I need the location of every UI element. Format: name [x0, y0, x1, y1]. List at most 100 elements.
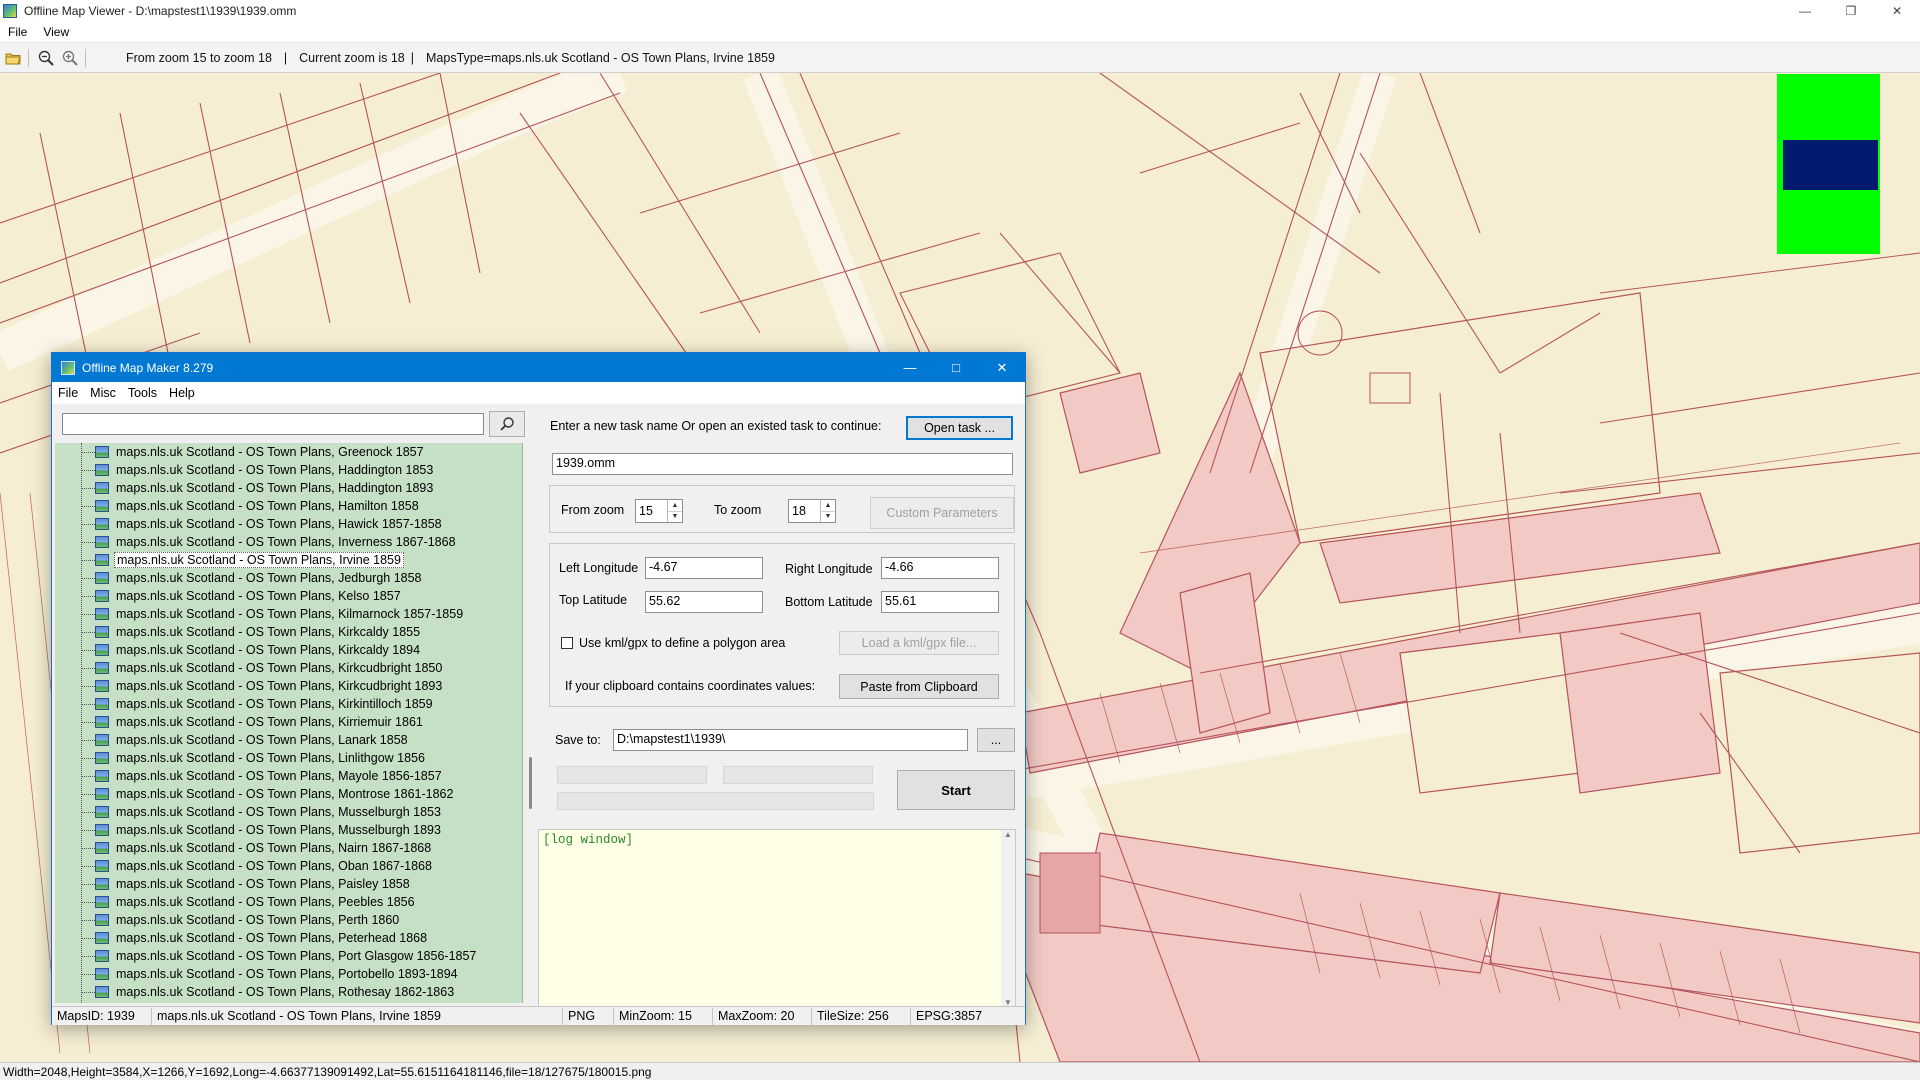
list-item[interactable]: maps.nls.uk Scotland - OS Town Plans, Mu…: [55, 803, 443, 821]
start-button[interactable]: Start: [897, 770, 1015, 810]
minimize-button[interactable]: —: [1782, 0, 1828, 22]
log-scrollbar[interactable]: ▲ ▼: [1001, 830, 1015, 1007]
zoom-out-icon[interactable]: [35, 47, 57, 69]
kml-checkbox[interactable]: [561, 637, 573, 649]
minimap-viewport[interactable]: [1783, 140, 1878, 190]
list-item[interactable]: maps.nls.uk Scotland - OS Town Plans, In…: [55, 533, 458, 551]
paste-from-clipboard-button[interactable]: Paste from Clipboard: [839, 674, 999, 699]
maximize-button[interactable]: □: [933, 353, 979, 382]
restore-button[interactable]: ❐: [1828, 0, 1874, 22]
list-item[interactable]: maps.nls.uk Scotland - OS Town Plans, Pe…: [55, 929, 429, 947]
tree-connector: [82, 613, 95, 615]
list-item-label: maps.nls.uk Scotland - OS Town Plans, Pe…: [116, 913, 400, 927]
menu-tools[interactable]: Tools: [122, 386, 163, 400]
left-longitude-label: Left Longitude: [559, 561, 639, 575]
bottom-latitude-field[interactable]: 55.61: [881, 591, 999, 613]
list-item[interactable]: maps.nls.uk Scotland - OS Town Plans, Ki…: [55, 641, 422, 659]
list-item[interactable]: maps.nls.uk Scotland - OS Town Plans, Ha…: [55, 461, 435, 479]
list-item[interactable]: maps.nls.uk Scotland - OS Town Plans, Ma…: [55, 767, 444, 785]
list-item[interactable]: maps.nls.uk Scotland - OS Town Plans, Gr…: [55, 443, 426, 461]
spin-down-icon[interactable]: ▼: [668, 512, 682, 523]
maps-type-text: MapsType=maps.nls.uk Scotland - OS Town …: [426, 50, 775, 65]
list-item[interactable]: maps.nls.uk Scotland - OS Town Plans, Po…: [55, 947, 478, 965]
from-zoom-label: From zoom: [561, 503, 625, 517]
load-kml-button[interactable]: Load a kml/gpx file...: [839, 631, 999, 655]
open-folder-icon[interactable]: [2, 47, 24, 69]
scroll-up-icon[interactable]: ▲: [1004, 830, 1012, 839]
kml-checkbox-label: Use kml/gpx to define a polygon area: [579, 636, 786, 650]
tree-connector: [82, 721, 95, 723]
top-latitude-field[interactable]: 55.62: [645, 591, 763, 613]
map-icon: [95, 878, 109, 890]
list-item[interactable]: maps.nls.uk Scotland - OS Town Plans, Pa…: [55, 875, 412, 893]
list-item[interactable]: maps.nls.uk Scotland - OS Town Plans, Ob…: [55, 857, 434, 875]
right-longitude-field[interactable]: -4.66: [881, 557, 999, 579]
zoom-in-icon[interactable]: [59, 47, 81, 69]
list-item[interactable]: maps.nls.uk Scotland - OS Town Plans, Ha…: [55, 497, 421, 515]
menu-misc[interactable]: Misc: [84, 386, 122, 400]
list-item-label: maps.nls.uk Scotland - OS Town Plans, Ki…: [116, 679, 443, 693]
list-item[interactable]: maps.nls.uk Scotland - OS Town Plans, Pe…: [55, 893, 417, 911]
from-zoom-spinner[interactable]: 15 ▲ ▼: [635, 499, 683, 523]
minimap[interactable]: [1777, 74, 1880, 254]
list-item[interactable]: maps.nls.uk Scotland - OS Town Plans, Ha…: [55, 479, 435, 497]
list-item[interactable]: maps.nls.uk Scotland - OS Town Plans, Mo…: [55, 785, 455, 803]
spin-up-icon[interactable]: ▲: [668, 500, 682, 512]
left-longitude-field[interactable]: -4.67: [645, 557, 763, 579]
list-item[interactable]: maps.nls.uk Scotland - OS Town Plans, Ir…: [55, 551, 404, 569]
custom-parameters-button[interactable]: Custom Parameters: [870, 497, 1014, 529]
list-item[interactable]: maps.nls.uk Scotland - OS Town Plans, Ki…: [55, 677, 444, 695]
list-item[interactable]: maps.nls.uk Scotland - OS Town Plans, Li…: [55, 749, 427, 767]
map-list-tree[interactable]: maps.nls.uk Scotland - OS Town Plans, Gr…: [55, 443, 523, 1003]
list-item[interactable]: maps.nls.uk Scotland - OS Town Plans, Ki…: [55, 605, 465, 623]
map-icon: [95, 734, 109, 746]
spin-down-icon[interactable]: ▼: [821, 512, 835, 523]
close-button[interactable]: ✕: [979, 353, 1025, 382]
scrollbar-thumb[interactable]: [529, 757, 532, 809]
task-name-field[interactable]: 1939.omm: [552, 453, 1013, 475]
list-item[interactable]: maps.nls.uk Scotland - OS Town Plans, La…: [55, 731, 410, 749]
list-item[interactable]: maps.nls.uk Scotland - OS Town Plans, Ki…: [55, 659, 444, 677]
map-icon: [95, 986, 109, 998]
list-item[interactable]: maps.nls.uk Scotland - OS Town Plans, Ke…: [55, 587, 403, 605]
list-item-label: maps.nls.uk Scotland - OS Town Plans, Ob…: [116, 859, 432, 873]
menu-help[interactable]: Help: [163, 386, 201, 400]
search-button[interactable]: [489, 411, 525, 437]
close-button[interactable]: ✕: [1874, 0, 1920, 22]
from-zoom-value: 15: [639, 504, 653, 518]
save-to-field[interactable]: D:\mapstest1\1939\: [613, 729, 968, 751]
tree-connector: [82, 883, 95, 885]
viewer-title: Offline Map Viewer - D:\mapstest1\1939\1…: [24, 4, 297, 18]
list-item[interactable]: maps.nls.uk Scotland - OS Town Plans, Na…: [55, 839, 433, 857]
menu-file[interactable]: File: [52, 386, 84, 400]
list-item[interactable]: maps.nls.uk Scotland - OS Town Plans, Po…: [55, 965, 460, 983]
tree-connector: [82, 487, 95, 489]
open-task-button[interactable]: Open task ...: [906, 416, 1013, 440]
minimize-button[interactable]: —: [887, 353, 933, 382]
dialog-status-bar: MapsID: 1939 maps.nls.uk Scotland - OS T…: [52, 1006, 1025, 1025]
list-item-label: maps.nls.uk Scotland - OS Town Plans, Ki…: [116, 697, 433, 711]
list-item[interactable]: maps.nls.uk Scotland - OS Town Plans, Pe…: [55, 911, 401, 929]
list-item[interactable]: maps.nls.uk Scotland - OS Town Plans, Ki…: [55, 695, 435, 713]
dialog-window-controls: — □ ✕: [887, 353, 1025, 376]
menu-view[interactable]: View: [35, 25, 77, 39]
list-item[interactable]: maps.nls.uk Scotland - OS Town Plans, Ki…: [55, 713, 425, 731]
list-item[interactable]: maps.nls.uk Scotland - OS Town Plans, Ha…: [55, 515, 444, 533]
menu-file[interactable]: File: [0, 25, 35, 39]
search-input[interactable]: [62, 413, 484, 435]
log-window[interactable]: [log window] ▲ ▼: [538, 829, 1016, 1008]
map-icon: [95, 716, 109, 728]
viewer-window-controls: — ❐ ✕: [1782, 0, 1920, 22]
to-zoom-spinner[interactable]: 18 ▲ ▼: [788, 499, 836, 523]
list-item[interactable]: maps.nls.uk Scotland - OS Town Plans, Mu…: [55, 821, 443, 839]
tree-connector: [82, 757, 95, 759]
browse-button[interactable]: ...: [977, 728, 1015, 752]
list-item-label: maps.nls.uk Scotland - OS Town Plans, Pe…: [116, 895, 415, 909]
spin-up-icon[interactable]: ▲: [821, 500, 835, 512]
list-item[interactable]: maps.nls.uk Scotland - OS Town Plans, Ro…: [55, 983, 456, 1001]
tree-connector: [82, 541, 95, 543]
list-item[interactable]: maps.nls.uk Scotland - OS Town Plans, Ki…: [55, 623, 422, 641]
list-item[interactable]: maps.nls.uk Scotland - OS Town Plans, Je…: [55, 569, 424, 587]
dialog-menubar: File Misc Tools Help: [52, 382, 1025, 404]
map-maker-dialog: Offline Map Maker 8.279 — □ ✕ File Misc …: [51, 352, 1026, 1025]
